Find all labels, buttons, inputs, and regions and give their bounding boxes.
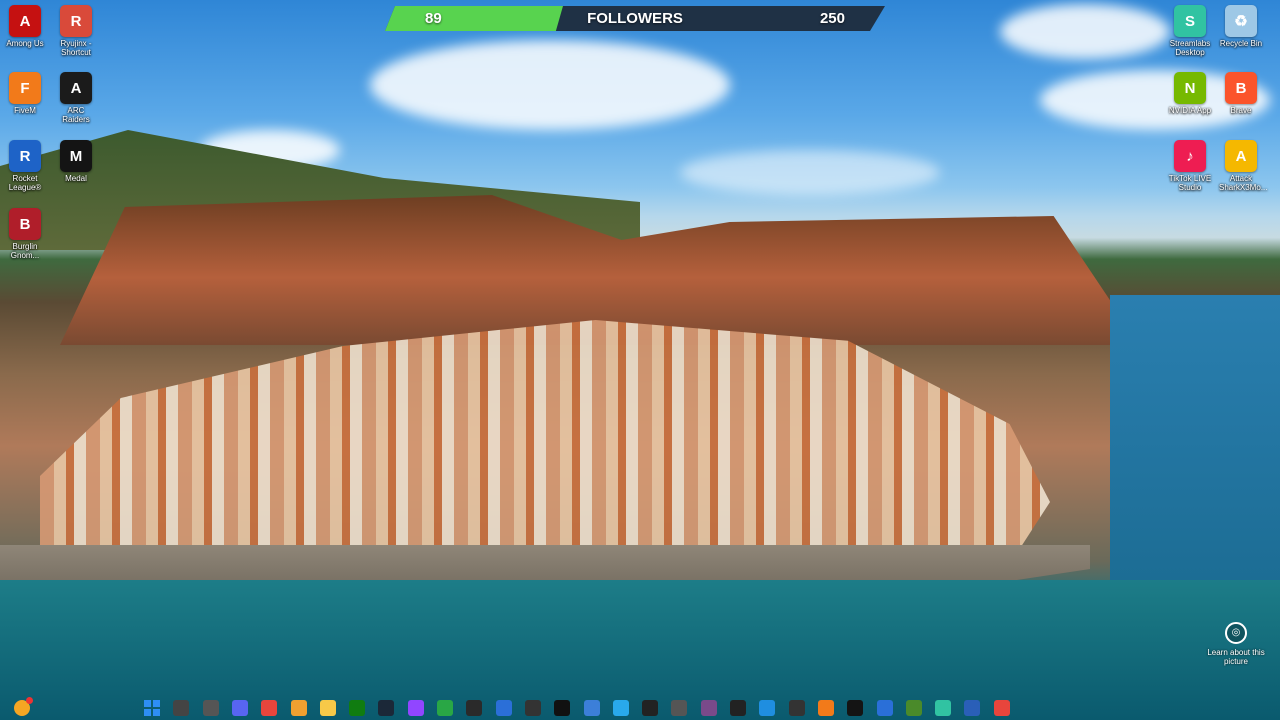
desktop-icon-label: Burglin Gnom...	[10, 242, 40, 260]
app-blue-icon[interactable]	[583, 700, 600, 716]
desktop-icon-label: TikTok LIVE Studio	[1168, 174, 1212, 192]
tiktok-icon[interactable]	[554, 700, 571, 716]
capcut-icon[interactable]	[642, 700, 659, 716]
desktop-icon-label: Streamlabs Desktop	[1169, 39, 1211, 57]
sea	[1110, 295, 1280, 625]
desktop-icon-ryujinx[interactable]: R Ryujinx - Shortcut	[54, 5, 98, 57]
rocket-league-icon: R	[9, 140, 41, 172]
learn-about-picture[interactable]: ◎ Learn about this picture	[1206, 622, 1266, 666]
terminal-icon[interactable]	[788, 700, 805, 716]
medal-icon[interactable]	[847, 700, 864, 716]
desktop-icon-label: FiveM	[14, 106, 36, 115]
desktop-icon-attack-shark[interactable]: A Attack SharkX3Mo...	[1219, 140, 1268, 192]
desktop-icon-brave[interactable]: B Brave	[1219, 72, 1263, 115]
chrome-icon[interactable]	[993, 700, 1010, 716]
streamlabs-icon: S	[1174, 5, 1206, 37]
followers-goal-bar: 89 FOLLOWERS 250	[385, 6, 885, 31]
steam-icon[interactable]	[378, 700, 395, 716]
tiktok-live-icon: ♪	[1174, 140, 1206, 172]
telegram-icon[interactable]	[612, 700, 629, 716]
desktop-icon-burglin-gnomes[interactable]: B Burglin Gnom...	[3, 208, 47, 260]
desktop-icon-streamlabs[interactable]: S Streamlabs Desktop	[1168, 5, 1212, 57]
desktop-icon-label: Attack SharkX3Mo...	[1219, 174, 1268, 192]
desktop-icon-fivem[interactable]: F FiveM	[3, 72, 47, 115]
desktop-icon-recycle-bin[interactable]: ♻ Recycle Bin	[1219, 5, 1263, 48]
settings-icon[interactable]	[876, 700, 893, 716]
desktop-icon-label: Recycle Bin	[1219, 39, 1263, 48]
notification-badge	[26, 697, 33, 704]
desktop-icon-label: Rocket League®	[8, 174, 42, 192]
desktop-icon-label: Ryujinx - Shortcut	[60, 39, 92, 57]
desktop-icon-label: NVIDIA App	[1168, 106, 1212, 115]
cloud	[680, 150, 940, 195]
b-app-icon[interactable]	[437, 700, 453, 716]
chrome-icon[interactable]	[261, 700, 278, 716]
streamlabs-icon[interactable]	[935, 700, 952, 716]
nvidia-icon: N	[1174, 72, 1206, 104]
burglin-gnomes-icon: B	[9, 208, 41, 240]
obs-icon[interactable]	[524, 700, 541, 716]
chrome-profile-icon[interactable]	[14, 697, 33, 716]
attack-shark-icon: A	[1225, 140, 1257, 172]
discord-icon[interactable]	[231, 700, 248, 716]
desktop-icon-rocket-league[interactable]: R Rocket League®	[3, 140, 47, 192]
desktop-icon-among-us[interactable]: A Among Us	[3, 5, 47, 48]
desktop-icon-nvidia[interactable]: N NVIDIA App	[1168, 72, 1212, 115]
epic-games-icon[interactable]	[466, 700, 483, 716]
followers-label: FOLLOWERS	[587, 10, 683, 27]
start-icon[interactable]	[144, 700, 160, 716]
minecraft-icon[interactable]	[905, 700, 922, 716]
desktop-wallpaper	[0, 0, 1280, 720]
camera-icon: ◎	[1225, 622, 1247, 644]
cloud	[1000, 4, 1170, 59]
desktop-icon-medal[interactable]: M Medal	[54, 140, 98, 183]
desktop-icon-label: Medal	[65, 174, 87, 183]
recycle-bin-icon: ♻	[1225, 5, 1257, 37]
game-icon-2[interactable]	[700, 700, 717, 716]
followers-goal: 250	[819, 10, 845, 27]
twitch-icon[interactable]	[407, 700, 424, 716]
xbox-icon[interactable]	[349, 700, 366, 716]
shield-icon[interactable]	[964, 700, 981, 716]
fivem-icon[interactable]	[817, 700, 834, 716]
game-app-icon[interactable]	[290, 700, 307, 716]
desktop-icon-label: Brave	[1230, 106, 1252, 115]
fivem-icon: F	[9, 72, 41, 104]
cloud	[370, 40, 730, 130]
search-icon[interactable]	[173, 700, 190, 716]
medal-icon: M	[60, 140, 92, 172]
arc-raiders-icon: A	[60, 72, 92, 104]
desktop-icon-arc-raiders[interactable]: A ARC Raiders	[54, 72, 98, 124]
desktop-icon-label: Among Us	[6, 39, 44, 48]
among-us-icon: A	[9, 5, 41, 37]
task-view-icon[interactable]	[202, 700, 219, 716]
desktop-icon-label: ARC Raiders	[62, 106, 90, 124]
learn-about-picture-label: Learn about this picture	[1207, 648, 1265, 666]
ryujinx-icon: R	[60, 5, 92, 37]
taskbar	[0, 696, 1280, 720]
edge-icon[interactable]	[759, 700, 776, 716]
desktop-icon-tiktok-live[interactable]: ♪ TikTok LIVE Studio	[1168, 140, 1212, 192]
network-icon[interactable]	[671, 700, 688, 716]
browser-icon[interactable]	[495, 700, 512, 716]
circle-app-icon[interactable]	[730, 700, 746, 716]
file-explorer-icon[interactable]	[319, 700, 336, 716]
town	[40, 320, 1050, 580]
brave-icon: B	[1225, 72, 1257, 104]
